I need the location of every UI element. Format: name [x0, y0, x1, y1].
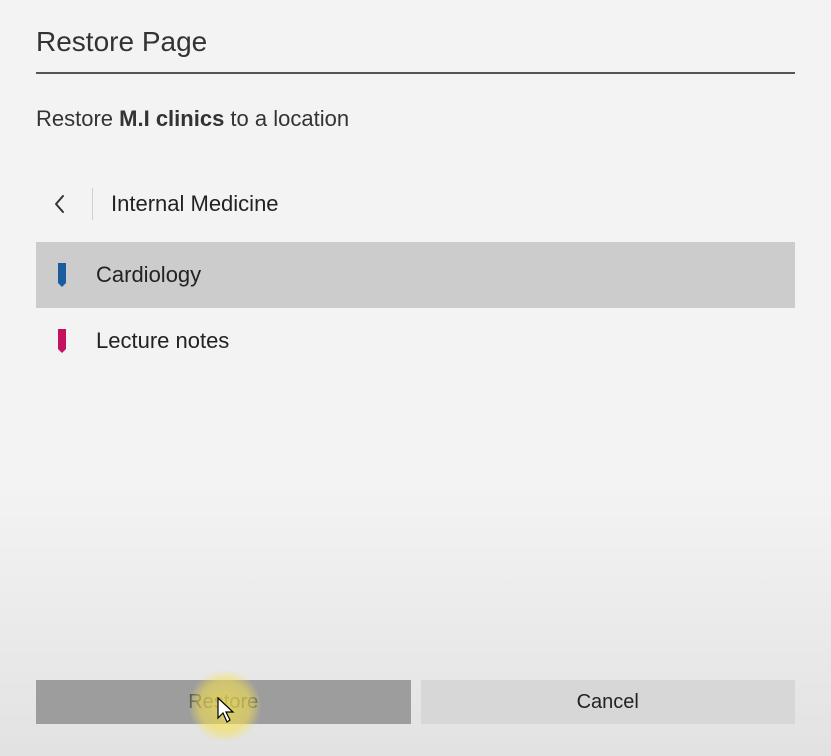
- prompt-prefix: Restore: [36, 106, 119, 131]
- dialog-button-row: Restore Cancel: [36, 680, 795, 724]
- prompt-item-name: M.I clinics: [119, 106, 224, 131]
- back-button[interactable]: [36, 180, 84, 228]
- section-label: Cardiology: [96, 262, 201, 288]
- chevron-left-icon: [53, 194, 67, 214]
- prompt-text: Restore M.I clinics to a location: [36, 106, 795, 132]
- section-label: Lecture notes: [96, 328, 229, 354]
- section-tab-icon: [58, 329, 66, 353]
- list-item[interactable]: Lecture notes: [36, 308, 795, 374]
- prompt-suffix: to a location: [224, 106, 349, 131]
- current-location-label: Internal Medicine: [111, 191, 279, 217]
- list-item[interactable]: Cardiology: [36, 242, 795, 308]
- section-list: Cardiology Lecture notes: [36, 242, 795, 374]
- restore-button[interactable]: Restore: [36, 680, 411, 724]
- nav-divider: [92, 188, 93, 220]
- restore-page-dialog: Restore Page Restore M.I clinics to a lo…: [0, 0, 831, 756]
- dialog-title: Restore Page: [36, 0, 795, 74]
- section-tab-icon: [58, 263, 66, 287]
- cancel-button[interactable]: Cancel: [421, 680, 796, 724]
- breadcrumb: Internal Medicine: [36, 180, 795, 228]
